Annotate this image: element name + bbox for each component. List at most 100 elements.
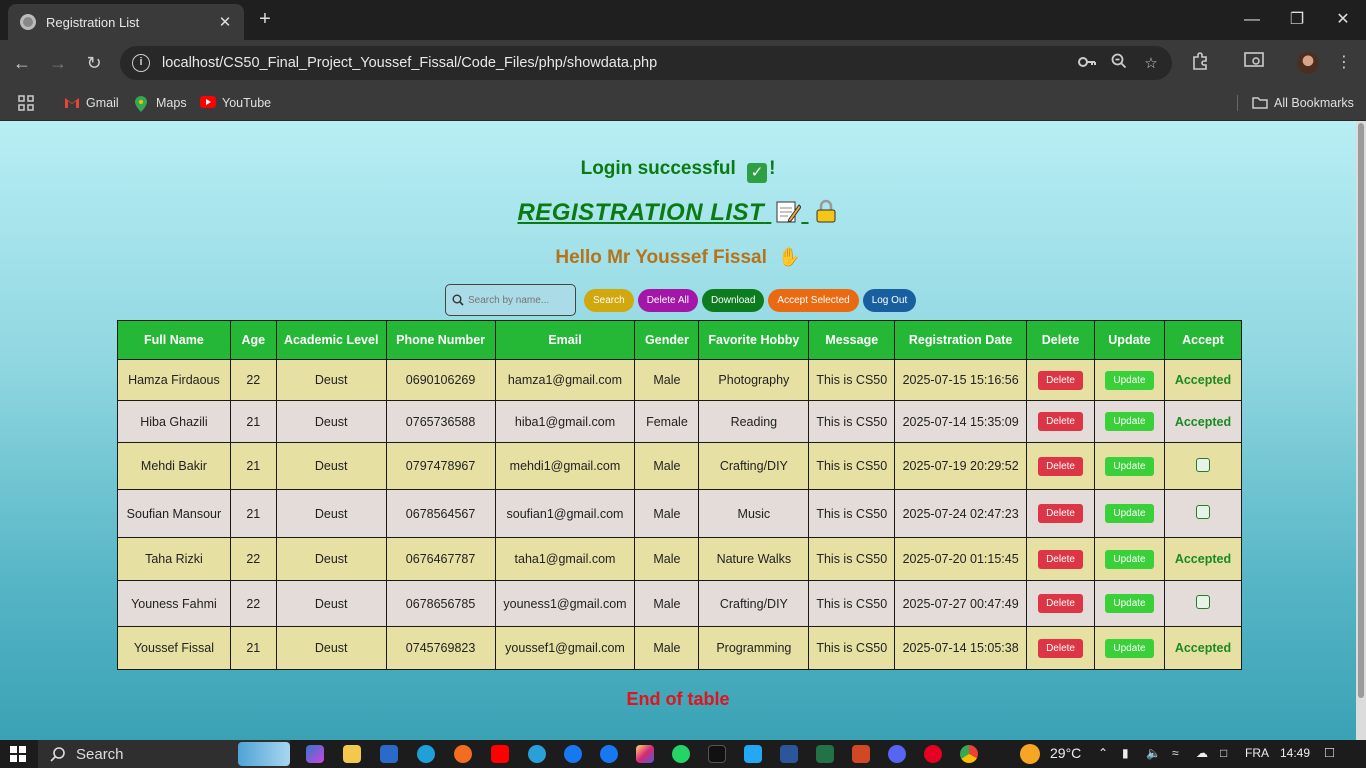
whatsapp-icon[interactable] bbox=[672, 745, 690, 763]
bookmark-star-icon[interactable]: ☆ bbox=[1140, 54, 1162, 72]
search-icon bbox=[50, 747, 65, 762]
cell-academic-level: Deust bbox=[275, 537, 387, 581]
chrome-icon[interactable] bbox=[960, 745, 978, 763]
bookmark-gmail[interactable]: Gmail bbox=[64, 94, 119, 112]
bookmark-maps[interactable]: Maps bbox=[134, 94, 187, 112]
clock-time[interactable]: 14:49 bbox=[1280, 746, 1310, 760]
delete-row-button[interactable]: Delete bbox=[1038, 412, 1083, 431]
firefox-icon[interactable] bbox=[454, 745, 472, 763]
password-key-icon[interactable] bbox=[1076, 55, 1098, 72]
update-row-button[interactable]: Update bbox=[1105, 594, 1154, 613]
minimize-icon[interactable]: — bbox=[1232, 6, 1272, 34]
download-button[interactable]: Download bbox=[701, 288, 765, 312]
word-icon[interactable] bbox=[780, 745, 798, 763]
table-row: Mehdi Bakir 21 Deust 0797478967 mehdi1@gmail… bbox=[117, 442, 1243, 490]
accept-selected-button[interactable]: Accept Selected bbox=[768, 288, 859, 312]
logout-button[interactable]: Log Out bbox=[862, 288, 917, 312]
table-row: Soufian Mansour 21 Deust 0678564567 soufian1… bbox=[117, 489, 1243, 538]
telegram-icon[interactable] bbox=[528, 745, 546, 763]
restore-icon[interactable]: ❐ bbox=[1277, 6, 1317, 34]
cell-hobby: Programming bbox=[698, 626, 810, 670]
scrollbar-thumb[interactable] bbox=[1358, 123, 1364, 698]
battery-icon[interactable]: ▮ bbox=[1122, 746, 1129, 760]
address-bar[interactable]: i localhost/CS50_Final_Project_Youssef_F… bbox=[120, 46, 1172, 80]
delete-row-button[interactable]: Delete bbox=[1038, 370, 1083, 390]
page-scrollbar[interactable] bbox=[1356, 121, 1366, 740]
wifi-icon[interactable]: ≈ bbox=[1172, 746, 1179, 760]
all-bookmarks[interactable]: All Bookmarks bbox=[1252, 94, 1354, 112]
vscode-icon[interactable] bbox=[744, 745, 762, 763]
update-row-button[interactable]: Update bbox=[1105, 504, 1154, 523]
update-row-button[interactable]: Update bbox=[1105, 638, 1154, 658]
facebook-icon[interactable] bbox=[600, 745, 618, 763]
login-suffix: ! bbox=[769, 158, 776, 179]
store-icon[interactable] bbox=[380, 745, 398, 763]
tray-chevron-icon[interactable]: ⌃ bbox=[1098, 746, 1108, 760]
zoom-icon[interactable] bbox=[1108, 53, 1130, 73]
volume-icon[interactable]: 🔈 bbox=[1146, 746, 1161, 760]
reload-icon[interactable]: ↻ bbox=[82, 51, 106, 75]
accept-checkbox[interactable] bbox=[1195, 505, 1210, 519]
site-info-icon[interactable]: i bbox=[132, 54, 150, 72]
instagram-icon[interactable] bbox=[636, 745, 654, 763]
profile-avatar[interactable] bbox=[1297, 52, 1319, 74]
search-input[interactable] bbox=[468, 294, 568, 306]
powerpoint-icon[interactable] bbox=[852, 745, 870, 763]
cell-accept: Accepted bbox=[1163, 400, 1243, 443]
edge-icon[interactable] bbox=[417, 745, 435, 763]
bookmark-youtube[interactable]: YouTube bbox=[200, 94, 271, 112]
file-explorer-icon[interactable] bbox=[343, 745, 361, 763]
controls-bar: Search Delete All Download Accept Select… bbox=[445, 284, 917, 316]
discord-icon[interactable] bbox=[888, 745, 906, 763]
excel-icon[interactable] bbox=[816, 745, 834, 763]
browser-tab[interactable]: Registration List ✕ bbox=[8, 4, 244, 40]
forward-icon[interactable]: → bbox=[46, 51, 70, 75]
update-row-button[interactable]: Update bbox=[1105, 412, 1154, 431]
weather-temperature[interactable]: 29°C bbox=[1050, 745, 1081, 761]
update-row-button[interactable]: Update bbox=[1105, 549, 1154, 569]
column-header: Full Name bbox=[117, 320, 231, 360]
notifications-icon[interactable]: □ bbox=[1325, 744, 1334, 761]
back-icon[interactable]: ← bbox=[10, 51, 34, 75]
update-row-button[interactable]: Update bbox=[1105, 370, 1154, 390]
weather-sun-icon[interactable] bbox=[1020, 744, 1040, 764]
cell-full-name: Mehdi Bakir bbox=[117, 442, 231, 490]
accept-checkbox[interactable] bbox=[1195, 457, 1210, 472]
close-window-icon[interactable]: ✕ bbox=[1323, 6, 1363, 34]
delete-row-button[interactable]: Delete bbox=[1038, 504, 1083, 523]
windows-start-icon[interactable] bbox=[10, 746, 26, 762]
tiktok-icon[interactable] bbox=[708, 745, 726, 763]
cell-age: 21 bbox=[229, 400, 277, 443]
new-tab-button[interactable]: + bbox=[254, 8, 276, 30]
messenger-icon[interactable] bbox=[564, 745, 582, 763]
pinterest-icon[interactable] bbox=[924, 745, 942, 763]
taskbar-search[interactable]: Search bbox=[38, 740, 290, 768]
cell-message: This is CS50 bbox=[808, 442, 896, 490]
update-row-button[interactable]: Update bbox=[1105, 456, 1154, 476]
cell-age: 22 bbox=[229, 359, 277, 401]
registration-table: Full Name Age Academic Level Phone Numbe… bbox=[117, 320, 1243, 670]
cell-age: 21 bbox=[229, 442, 277, 490]
input-language[interactable]: FRA bbox=[1245, 746, 1269, 760]
cell-academic-level: Deust bbox=[275, 359, 387, 401]
youtube-app-icon[interactable] bbox=[491, 745, 509, 763]
extensions-icon[interactable] bbox=[1188, 52, 1212, 74]
delete-row-button[interactable]: Delete bbox=[1038, 456, 1083, 476]
search-highlight-image bbox=[238, 742, 290, 766]
cell-message: This is CS50 bbox=[808, 626, 896, 670]
accept-checkbox[interactable] bbox=[1195, 595, 1210, 609]
delete-row-button[interactable]: Delete bbox=[1038, 638, 1083, 658]
cell-phone: 0745769823 bbox=[385, 626, 496, 670]
delete-all-button[interactable]: Delete All bbox=[637, 288, 698, 312]
tab-close-icon[interactable]: ✕ bbox=[216, 13, 234, 31]
copilot-icon[interactable] bbox=[306, 745, 324, 763]
cloud-icon[interactable]: ☁ bbox=[1196, 746, 1208, 760]
search-button[interactable]: Search bbox=[584, 288, 634, 312]
camera-icon[interactable]: □ bbox=[1220, 746, 1227, 760]
tab-search-icon[interactable] bbox=[1242, 52, 1266, 74]
menu-icon[interactable]: ⋮ bbox=[1332, 52, 1356, 74]
apps-grid-icon[interactable] bbox=[18, 94, 34, 112]
delete-row-button[interactable]: Delete bbox=[1038, 594, 1083, 613]
search-box[interactable] bbox=[445, 284, 576, 316]
delete-row-button[interactable]: Delete bbox=[1038, 549, 1083, 569]
